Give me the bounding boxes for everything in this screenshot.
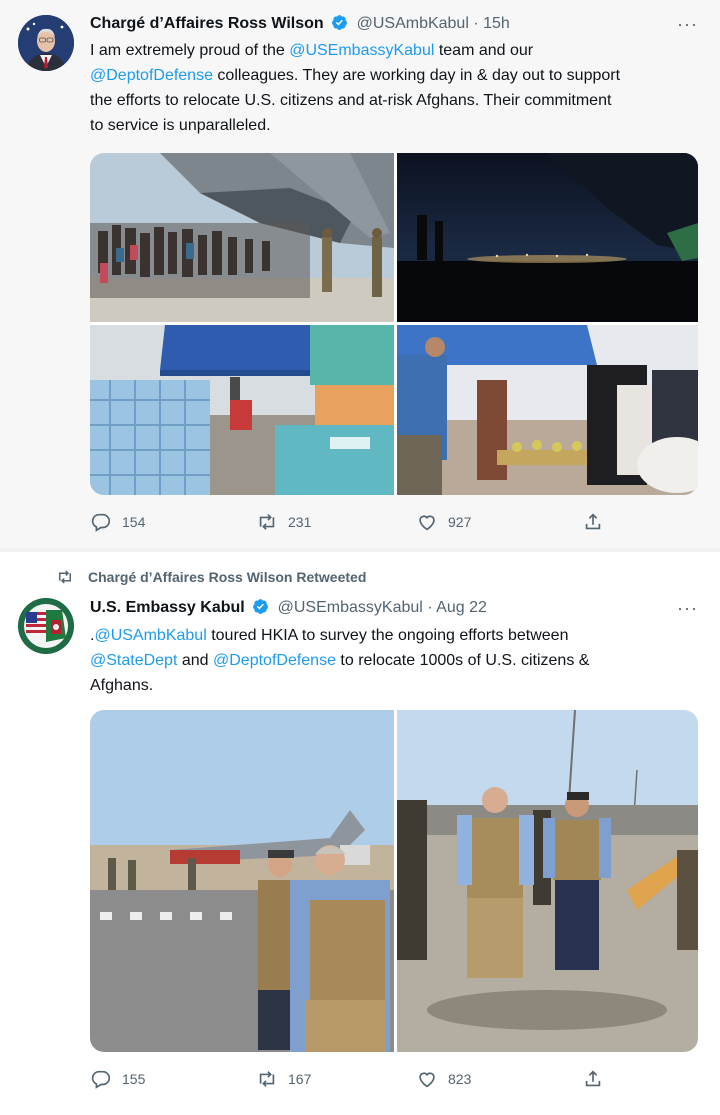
tweet-2[interactable]: Chargé d’Affaires Ross Wilson Retweeted … xyxy=(0,552,720,1115)
reply-count: 155 xyxy=(122,1071,146,1087)
share-button[interactable] xyxy=(582,510,614,534)
text-segment: colleagues. They are working day in & da… xyxy=(212,67,621,84)
reply-icon xyxy=(91,513,111,532)
heart-icon xyxy=(419,1072,435,1088)
share-icon xyxy=(585,513,601,530)
mention-link[interactable]: @USAmbKabul xyxy=(94,627,206,644)
text-line: Afghans. xyxy=(90,677,154,694)
text-segment: and xyxy=(177,652,213,669)
text-segment: team and our xyxy=(434,42,534,59)
mention-link[interactable]: @DeptofDefense xyxy=(213,652,336,669)
verified-badge-icon xyxy=(253,599,269,614)
tweet-time[interactable]: 15h xyxy=(483,15,510,32)
reply-icon xyxy=(91,1070,111,1089)
mention-link[interactable]: @USEmbassyKabul xyxy=(289,42,434,59)
retweeted-by-text: Chargé d’Affaires Ross Wilson Retweeted xyxy=(88,569,367,585)
photo-aircraft-boarding[interactable] xyxy=(90,153,394,322)
avatar-ross-wilson[interactable] xyxy=(18,15,74,71)
tweet-time[interactable]: Aug 22 xyxy=(436,599,487,616)
tweet-actions: 155 167 823 xyxy=(90,1067,610,1091)
photo-food-distribution[interactable] xyxy=(397,325,698,495)
reply-button[interactable]: 154 xyxy=(90,510,145,534)
verified-badge-icon xyxy=(332,15,348,30)
tweet-text: I am extremely proud of the @USEmbassyKa… xyxy=(90,38,700,138)
tweet-header: Chargé d’Affaires Ross Wilson @USAmbKabu… xyxy=(90,14,510,33)
text-line: the efforts to relocate U.S. citizens an… xyxy=(90,92,612,109)
text-segment: to relocate 1000s of U.S. citizens & xyxy=(335,652,590,669)
separator-dot: · xyxy=(427,599,433,616)
photo-grid xyxy=(90,710,698,1052)
like-count: 927 xyxy=(448,514,472,530)
more-options-icon[interactable]: ··· xyxy=(677,598,698,619)
tweet-header: U.S. Embassy Kabul @USEmbassyKabul · Aug… xyxy=(90,598,487,617)
text-line: to service is unparalleled. xyxy=(90,117,271,134)
tweet-actions: 154 231 927 xyxy=(90,510,610,534)
author-name[interactable]: U.S. Embassy Kabul xyxy=(90,599,245,616)
author-handle[interactable]: @USAmbKabul xyxy=(357,15,469,32)
retweet-icon xyxy=(59,570,71,584)
separator-dot: · xyxy=(473,15,479,32)
mention-link[interactable]: @StateDept xyxy=(90,652,177,669)
photo-water-supplies[interactable] xyxy=(90,325,394,495)
reply-button[interactable]: 155 xyxy=(90,1067,145,1091)
retweet-icon xyxy=(259,514,275,530)
retweeted-by-line[interactable]: Chargé d’Affaires Ross Wilson Retweeted xyxy=(56,568,366,586)
like-count: 823 xyxy=(448,1071,472,1087)
more-options-icon[interactable]: ··· xyxy=(677,14,698,35)
reply-count: 154 xyxy=(122,514,146,530)
tweet-text: .@USAmbKabul toured HKIA to survey the o… xyxy=(90,623,700,698)
retweet-count: 167 xyxy=(288,1071,312,1087)
heart-icon xyxy=(419,515,435,531)
retweet-button[interactable]: 167 xyxy=(256,1067,311,1091)
like-button[interactable]: 823 xyxy=(416,1067,471,1091)
retweet-count: 231 xyxy=(288,514,312,530)
retweet-button[interactable]: 231 xyxy=(256,510,311,534)
mention-link[interactable]: @DeptofDefense xyxy=(90,67,213,84)
retweet-icon xyxy=(259,1071,275,1087)
photo-night-evacuation[interactable] xyxy=(397,153,698,322)
like-button[interactable]: 927 xyxy=(416,510,471,534)
author-handle[interactable]: @USEmbassyKabul xyxy=(278,599,423,616)
text-segment: I am extremely proud of the xyxy=(90,42,290,59)
tweet-1[interactable]: Chargé d’Affaires Ross Wilson @USAmbKabu… xyxy=(0,0,720,548)
avatar-us-embassy-kabul[interactable] xyxy=(18,598,74,654)
author-name[interactable]: Chargé d’Affaires Ross Wilson xyxy=(90,15,324,32)
photo-airfield-tour[interactable] xyxy=(90,710,394,1052)
share-button[interactable] xyxy=(582,1067,614,1091)
share-icon xyxy=(585,1070,601,1087)
photo-walking-tarmac[interactable] xyxy=(397,710,698,1052)
text-segment: toured HKIA to survey the ongoing effort… xyxy=(206,627,569,644)
photo-grid xyxy=(90,153,698,495)
